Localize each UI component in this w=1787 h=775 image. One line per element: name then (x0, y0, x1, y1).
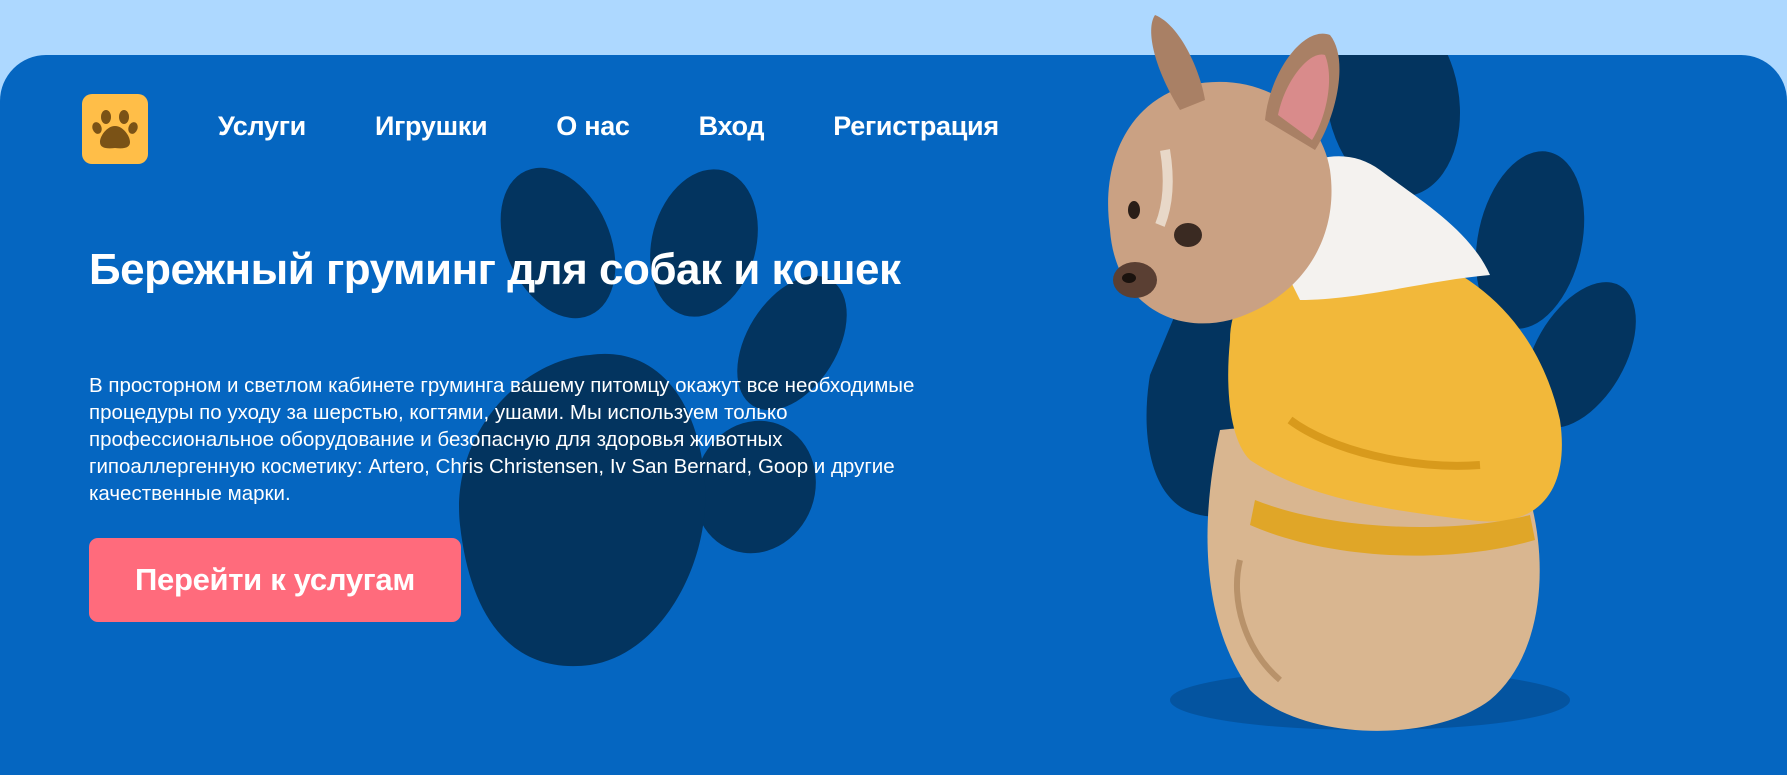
nav-link-login[interactable]: Вход (699, 111, 765, 142)
main-nav: Услуги Игрушки О нас Вход Регистрация (218, 111, 1068, 142)
go-to-services-button[interactable]: Перейти к услугам (89, 538, 461, 622)
nav-link-register[interactable]: Регистрация (833, 111, 999, 142)
nav-link-about[interactable]: О нас (556, 111, 630, 142)
nav-link-services[interactable]: Услуги (218, 111, 306, 142)
hero-description: В просторном и светлом кабинете груминга… (89, 374, 915, 505)
page-title: Бережный груминг для собак и кошек (89, 245, 901, 294)
nav-link-toys[interactable]: Игрушки (375, 111, 488, 142)
logo-button[interactable] (82, 94, 148, 164)
dog-image (1108, 15, 1570, 731)
paw-icon (92, 110, 138, 149)
